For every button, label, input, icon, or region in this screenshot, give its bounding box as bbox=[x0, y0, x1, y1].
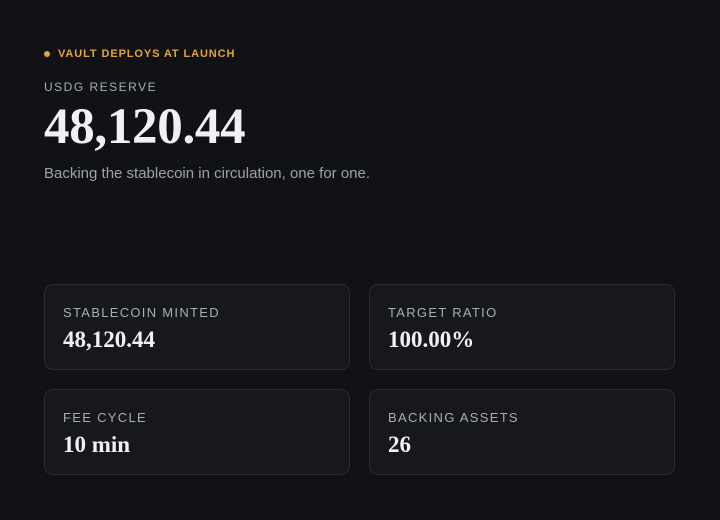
stat-card-fee-cycle: FEE CYCLE 10 min bbox=[44, 389, 350, 475]
vault-status-label: VAULT DEPLOYS AT LAUNCH bbox=[58, 48, 236, 60]
stat-value: 10 min bbox=[63, 432, 131, 457]
stat-value: 26 bbox=[388, 432, 411, 457]
status-dot-icon bbox=[44, 51, 50, 57]
reserve-value: 48,120.44 bbox=[44, 99, 246, 155]
stat-value: 48,120.44 bbox=[63, 327, 155, 352]
vault-status: VAULT DEPLOYS AT LAUNCH bbox=[44, 48, 235, 60]
reserve-description: Backing the stablecoin in circulation, o… bbox=[44, 165, 371, 182]
stat-value: 100.00% bbox=[388, 327, 475, 352]
stat-label: TARGET RATIO bbox=[388, 305, 498, 320]
stat-label: BACKING ASSETS bbox=[388, 410, 519, 425]
stat-label: FEE CYCLE bbox=[63, 410, 147, 425]
stat-label: STABLECOIN MINTED bbox=[63, 305, 220, 320]
stat-card-stablecoin-minted: STABLECOIN MINTED 48,120.44 bbox=[44, 284, 350, 370]
stat-card-target-ratio: TARGET RATIO 100.00% bbox=[369, 284, 675, 370]
stat-card-backing-assets: BACKING ASSETS 26 bbox=[369, 389, 675, 475]
reserve-label: USDG RESERVE bbox=[44, 80, 158, 94]
